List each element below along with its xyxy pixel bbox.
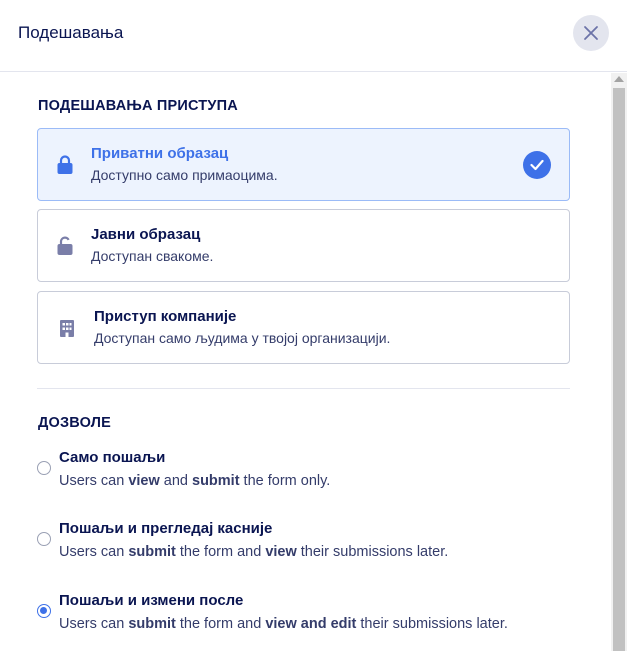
option-title: Јавни образац [91,226,201,243]
option-private-form[interactable]: Приватни образац Доступно само примаоцим… [37,128,570,201]
permission-submit-edit-later[interactable]: Пошаљи и измени после Users can submit t… [36,592,596,642]
permission-title: Само пошаљи [59,449,166,466]
option-description: Доступан само људима у твојој организаци… [94,330,391,346]
option-company-access[interactable]: Приступ компаније Доступан само људима у… [37,291,570,364]
section-divider [37,388,570,389]
option-public-form[interactable]: Јавни образац Доступан свакоме. [37,209,570,282]
permission-description: Users can view and submit the form only. [59,473,331,489]
permission-submit-only[interactable]: Само пошаљи Users can view and submit th… [36,449,596,499]
lock-icon [57,155,73,174]
permission-description: Users can submit the form and view and e… [59,616,508,632]
dialog-header: Подешавања [0,0,627,72]
building-icon [60,320,74,337]
permission-title: Пошаљи и прегледај касније [59,520,273,537]
option-description: Доступно само примаоцима. [91,167,278,183]
option-title: Приватни образац [91,145,229,162]
settings-dialog: Подешавања ПОДЕШАВАЊА ПРИСТУПА Приватни … [0,0,627,651]
option-description: Доступан свакоме. [91,248,214,264]
close-icon [584,26,598,40]
close-button[interactable] [573,15,609,51]
permission-title: Пошаљи и измени после [59,592,244,609]
selected-check-icon [523,151,551,179]
dialog-title: Подешавања [18,23,124,42]
option-title: Приступ компаније [94,308,237,325]
scrollbar-thumb[interactable] [613,88,625,651]
permissions-section-title: ДОЗВОЛЕ [38,415,111,431]
unlock-icon [57,236,73,255]
radio-button[interactable] [37,532,51,546]
radio-button-selected[interactable] [37,604,51,618]
permission-description: Users can submit the form and view their… [59,544,449,560]
scroll-up-arrow[interactable] [614,76,624,82]
access-section-title: ПОДЕШАВАЊА ПРИСТУПА [38,98,238,114]
radio-button[interactable] [37,461,51,475]
permission-submit-view-later[interactable]: Пошаљи и прегледај касније Users can sub… [36,520,596,570]
